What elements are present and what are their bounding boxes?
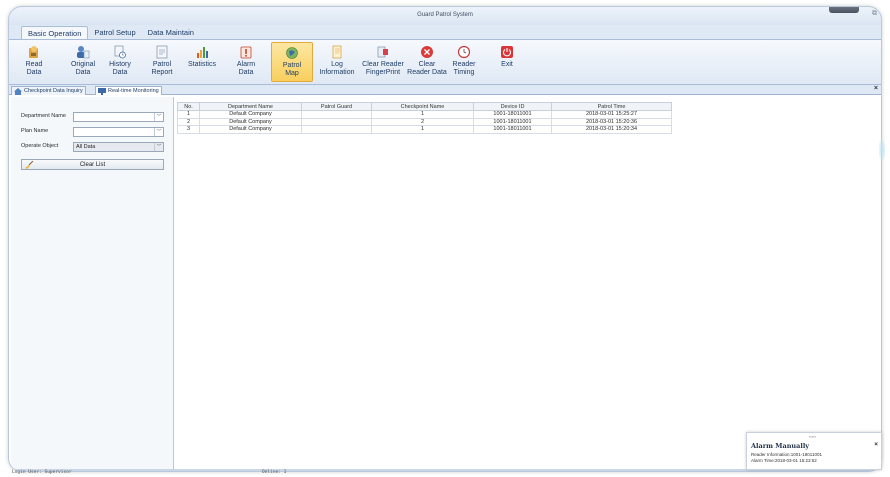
tab-data-maintain[interactable]: Data Maintain <box>142 26 200 39</box>
tab-real-time-monitoring[interactable]: Real-time Monitoring <box>95 86 162 95</box>
department-select[interactable]: ﹀ <box>73 112 164 122</box>
cell-checkpoint: 2 <box>371 117 474 126</box>
exit-button[interactable]: Exit <box>491 42 523 82</box>
window-title: Guard Patrol System <box>417 12 473 18</box>
cell-department: Default Company <box>199 110 302 119</box>
operate-label: Operate Object <box>21 143 59 149</box>
alarm-time: Alarm Time:2018-03-01 15:23:52 <box>751 458 817 463</box>
table-row[interactable]: 3 Default Company 1 1001-18011001 2018-0… <box>177 125 672 134</box>
reader-timing-icon <box>457 45 471 59</box>
plan-select[interactable]: ﹀ <box>73 127 164 137</box>
app-window: Guard Patrol System ⧉ Basic Operation Pa… <box>8 6 882 472</box>
status-user: Login User: Supervisor <box>12 470 72 475</box>
cell-no: 1 <box>177 110 200 119</box>
plan-label: Plan Name <box>21 128 49 134</box>
exit-icon <box>501 46 513 58</box>
operate-select[interactable]: All Data ﹀ <box>73 142 164 152</box>
chevron-down-icon[interactable]: ﹀ <box>154 113 163 121</box>
cell-patrol-time: 2018-03-01 15:20:34 <box>551 125 672 134</box>
cell-patrol-guard <box>301 125 372 134</box>
tab-basic-operation[interactable]: Basic Operation <box>21 26 89 39</box>
history-data-button[interactable]: History Data <box>105 42 135 82</box>
column-header-department[interactable]: Department Name <box>199 102 302 111</box>
patrol-report-icon <box>156 45 168 59</box>
cell-patrol-guard <box>301 117 372 126</box>
monitoring-table-area: No. Department Name Patrol Guard Checkpo… <box>175 97 881 469</box>
cell-no: 3 <box>177 125 200 134</box>
clear-reader-data-icon <box>421 46 433 58</box>
patrol-report-button[interactable]: Patrol Report <box>147 42 177 82</box>
history-data-icon <box>114 45 126 59</box>
popup-grip-icon[interactable]: ▪▪▪▪▪ <box>809 434 816 439</box>
alarm-data-icon <box>240 46 252 59</box>
cell-department: Default Company <box>199 117 302 126</box>
table-row[interactable]: 2 Default Company 2 1001-18011001 2018-0… <box>177 117 672 126</box>
statistics-icon <box>197 47 208 58</box>
edge-glow <box>879 140 885 160</box>
broom-icon <box>25 161 34 169</box>
alarm-title: Alarm Manually <box>751 442 810 450</box>
patrol-map-icon <box>286 47 298 59</box>
status-online: Online: 1 <box>262 470 287 475</box>
menu-tabs: Basic Operation Patrol Setup Data Mainta… <box>21 26 200 39</box>
cell-checkpoint: 1 <box>371 110 474 119</box>
cell-patrol-time: 2018-03-01 15:20:36 <box>551 117 672 126</box>
column-header-patrol-time[interactable]: Patrol Time <box>551 102 672 111</box>
cell-checkpoint: 1 <box>371 125 474 134</box>
cell-device-id: 1001-18011001 <box>473 125 552 134</box>
content-area: Checkpoint Data Inquiry Real-time Monito… <box>9 85 881 469</box>
original-data-button[interactable]: Original Data <box>65 42 101 82</box>
clear-reader-data-button[interactable]: Clear Reader Data <box>405 42 449 82</box>
clear-reader-fingerprint-button[interactable]: Clear Reader FingerPrint <box>361 42 405 82</box>
alarm-popup[interactable]: ▪▪▪▪▪ Alarm Manually × Reader Informatio… <box>746 432 882 470</box>
home-icon <box>14 88 22 95</box>
monitor-icon <box>98 88 106 95</box>
close-icon[interactable]: × <box>874 441 878 448</box>
cell-device-id: 1001-18011001 <box>473 110 552 119</box>
chevron-down-icon[interactable]: ﹀ <box>154 128 163 136</box>
read-data-button[interactable]: Read Data <box>17 42 51 82</box>
clear-fingerprint-icon <box>377 46 388 58</box>
log-information-button[interactable]: Log Information <box>317 42 357 82</box>
pane-tabs: Checkpoint Data Inquiry Real-time Monito… <box>9 85 881 95</box>
cell-patrol-guard <box>301 110 372 119</box>
table-row[interactable]: 1 Default Company 1 1001-18011001 2018-0… <box>177 110 672 119</box>
minimize-button[interactable] <box>829 7 859 13</box>
reader-timing-button[interactable]: Reader Timing <box>449 42 479 82</box>
alarm-data-button[interactable]: Alarm Data <box>231 42 261 82</box>
tab-patrol-setup[interactable]: Patrol Setup <box>88 26 141 39</box>
original-data-icon <box>77 46 90 59</box>
read-data-icon <box>29 46 38 58</box>
chevron-down-icon[interactable]: ﹀ <box>154 143 163 151</box>
filter-panel: Department Name ﹀ Plan Name ﹀ Operate Ob… <box>11 97 174 469</box>
cell-department: Default Company <box>199 125 302 134</box>
department-label: Department Name <box>21 113 66 119</box>
cell-patrol-time: 2018-03-01 15:25:27 <box>551 110 672 119</box>
restore-icon[interactable]: ⧉ <box>872 10 877 18</box>
table-header-row: No. Department Name Patrol Guard Checkpo… <box>177 102 672 111</box>
cell-device-id: 1001-18011001 <box>473 117 552 126</box>
monitoring-table: No. Department Name Patrol Guard Checkpo… <box>177 102 672 134</box>
ribbon-toolbar: Read Data Original Data History Data Pat… <box>9 39 881 85</box>
patrol-map-button[interactable]: Patrol Map <box>271 42 313 82</box>
statistics-button[interactable]: Statistics <box>185 42 219 82</box>
close-icon[interactable]: × <box>874 85 878 92</box>
column-header-patrol-guard[interactable]: Patrol Guard <box>301 102 372 111</box>
clear-list-button[interactable]: Clear List <box>21 159 164 170</box>
column-header-checkpoint[interactable]: Checkpoint Name <box>371 102 474 111</box>
cell-no: 2 <box>177 117 200 126</box>
tab-checkpoint-data-inquiry[interactable]: Checkpoint Data Inquiry <box>11 86 86 95</box>
alarm-reader-info: Reader Information:1001-18011001 <box>751 452 822 457</box>
column-header-device-id[interactable]: Device ID <box>473 102 552 111</box>
log-information-icon <box>332 45 342 59</box>
title-bar: Guard Patrol System ⧉ <box>9 7 881 25</box>
column-header-no[interactable]: No. <box>177 102 200 111</box>
